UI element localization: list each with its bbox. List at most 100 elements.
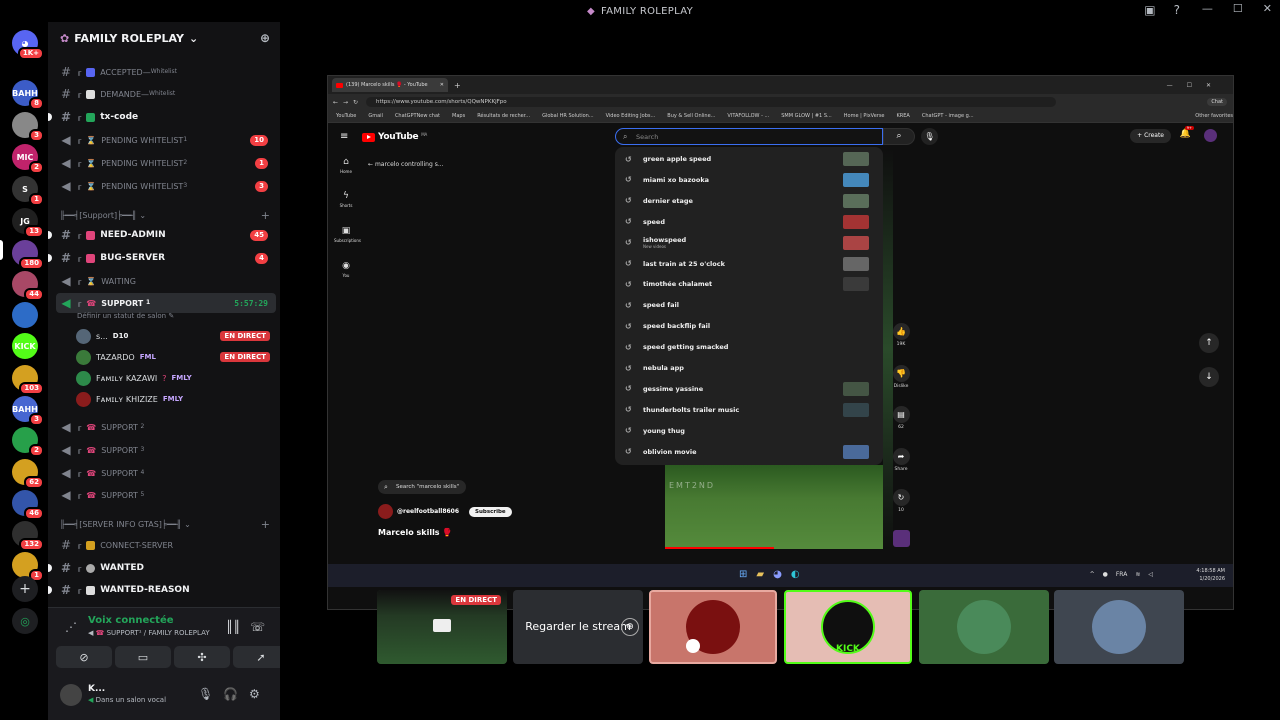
channel-support-4[interactable]: ◀ ╓ ☎ SUPPORT 4: [56, 463, 276, 483]
close-window-button[interactable]: ✕: [1263, 2, 1272, 15]
soundboard-icon[interactable]: ║║: [226, 620, 240, 634]
server-icon[interactable]: 3: [12, 112, 44, 142]
search-suggestion[interactable]: ↺ speed getting smacked: [615, 337, 883, 357]
search-suggestion[interactable]: ↺ oblivion movie: [615, 442, 883, 462]
search-suggestion[interactable]: ↺ speed: [615, 212, 883, 232]
server-icon[interactable]: 62: [12, 459, 44, 489]
search-suggestion[interactable]: ↺ timothée chalamet: [615, 274, 883, 294]
search-suggestion[interactable]: ↺ miami xo bazooka: [615, 170, 883, 190]
comments-button[interactable]: ▤ 62: [889, 406, 913, 430]
search-suggestion[interactable]: ↺ young thug: [615, 421, 883, 441]
subscribe-button[interactable]: Subscribe: [469, 506, 512, 517]
server-icon[interactable]: 44: [12, 271, 44, 301]
channel-name[interactable]: @reelfootball8606: [397, 508, 459, 515]
participant-tile[interactable]: [1054, 590, 1184, 664]
bookmark-item[interactable]: Video Editing Jobs...: [606, 113, 656, 119]
share-button[interactable]: ➦ Share: [889, 448, 913, 472]
channel-connect-server[interactable]: # ╓ CONNECT-SERVER: [56, 535, 276, 555]
dislike-button[interactable]: 👎 Dislike: [889, 365, 913, 389]
volume-icon[interactable]: ◁: [1148, 571, 1153, 578]
channel-wanted-reason[interactable]: # ╓ WANTED-REASON: [48, 580, 276, 600]
search-suggestion[interactable]: ↺ speed fail: [615, 295, 883, 315]
voice-user[interactable]: Fᴀᴍɪʟʏ KHIZIZE FMLY: [76, 389, 276, 409]
gear-icon[interactable]: ⚙: [249, 687, 260, 701]
headphones-icon[interactable]: 🎧: [223, 687, 238, 701]
previous-short-button[interactable]: ↑: [1199, 333, 1219, 353]
nav-you[interactable]: ◉ You: [334, 261, 358, 278]
browser-window-controls[interactable]: —☐✕: [1167, 82, 1225, 89]
bookmark-item[interactable]: Other favorites: [1195, 113, 1233, 119]
server-icon[interactable]: [12, 302, 38, 328]
channel-demande[interactable]: # ╓ DEMANDE—Whitelist: [56, 84, 276, 104]
channel-pending-whitelist-1[interactable]: ◀ ╓ ⌛ PENDING WHITELIST1 10: [56, 130, 276, 150]
voice-channel-path[interactable]: ◀ ☎ SUPPORT¹ / FAMILY ROLEPLAY: [88, 629, 210, 637]
nav-arrows-icon[interactable]: ←→↻: [333, 99, 363, 106]
server-icon[interactable]: BAHH 3: [12, 396, 44, 426]
sound-thumbnail[interactable]: [889, 530, 913, 549]
voice-user[interactable]: TAZARDO FML EN DIRECT: [76, 347, 276, 367]
add-channel-icon[interactable]: +: [261, 518, 270, 531]
voice-user[interactable]: Fᴀᴍɪʟʏ KAZAWI ? FMLY: [76, 368, 276, 388]
watch-stream-icon[interactable]: ⊕: [621, 618, 639, 636]
server-icon[interactable]: 132: [12, 521, 44, 551]
short-video[interactable]: EMT2ND: [665, 465, 883, 549]
next-short-button[interactable]: ↓: [1199, 367, 1219, 387]
screen-share-view[interactable]: (139) Marcelo skills 🥊 - YouTube ✕ + —☐✕…: [327, 75, 1234, 610]
channel-support-1[interactable]: ◀ ╓ ☎ SUPPORT 1 5:57:29: [56, 293, 276, 313]
direct-messages-button[interactable]: ◕ 1K+: [12, 30, 44, 60]
bookmark-item[interactable]: ChatGPT - image g...: [922, 113, 974, 119]
participant-tile[interactable]: KICK: [784, 590, 912, 664]
bookmark-item[interactable]: YouTube: [336, 113, 356, 119]
search-suggestion[interactable]: ↺ gessime yassine: [615, 379, 883, 399]
share-screen-button[interactable]: ▭: [115, 646, 171, 668]
server-icon[interactable]: 180: [12, 240, 44, 270]
microphone-icon[interactable]: 🎙: [198, 687, 213, 701]
windows-start-icon[interactable]: ⊞: [739, 569, 747, 580]
url-field[interactable]: https://www.youtube.com/shorts/QQwNPKKjF…: [366, 97, 1056, 107]
menu-icon[interactable]: ≡: [340, 131, 348, 142]
chevron-up-icon[interactable]: ^: [1090, 571, 1095, 578]
server-icon[interactable]: 2: [12, 427, 44, 457]
voice-user[interactable]: ꜱ... D10 EN DIRECT: [76, 326, 276, 346]
bookmark-item[interactable]: SMM GLOW | #1 S...: [781, 113, 832, 119]
discord-icon[interactable]: ◕: [773, 569, 782, 580]
add-channel-icon[interactable]: +: [261, 209, 270, 222]
category-server-info[interactable]: ╟━━╡[SERVER INFO GTAS]╞━━╢ ⌄ +: [60, 518, 276, 531]
channel-need-admin[interactable]: # ╓ NEED-ADMIN 45: [48, 225, 276, 245]
search-suggestion[interactable]: ↺ green apple speed: [615, 149, 883, 169]
avatar[interactable]: [1204, 129, 1217, 142]
server-icon[interactable]: JG 13: [12, 208, 44, 238]
remix-button[interactable]: ↻ 10: [889, 489, 913, 513]
server-icon[interactable]: 103: [12, 365, 44, 395]
video-progress[interactable]: [665, 547, 774, 549]
search-suggestion[interactable]: ↺ nebula app: [615, 358, 883, 378]
maximize-button[interactable]: ☐: [1233, 2, 1243, 15]
minimize-button[interactable]: —: [1202, 2, 1213, 15]
search-suggestion[interactable]: ↺ dernier etage: [615, 191, 883, 211]
microphone-icon[interactable]: ●: [1103, 571, 1108, 578]
edge-icon[interactable]: ◐: [791, 569, 800, 580]
help-icon[interactable]: ?: [1174, 3, 1180, 17]
bookmark-item[interactable]: ChatGPTNew chat: [395, 113, 440, 119]
search-button[interactable]: ⌕: [883, 128, 915, 145]
avatar[interactable]: [60, 684, 82, 706]
channel-accepted[interactable]: # ╓ ACCEPTED—Whitelist: [56, 62, 276, 82]
participant-tile[interactable]: [919, 590, 1049, 664]
search-input[interactable]: ⌕ Search: [615, 128, 883, 145]
notifications-button[interactable]: 🔔 9+: [1180, 126, 1194, 139]
create-button[interactable]: + Create: [1130, 129, 1171, 143]
bookmark-item[interactable]: Maps: [452, 113, 465, 119]
search-suggestion[interactable]: ↺ last train at 25 o'clock: [615, 254, 883, 274]
add-server-button[interactable]: +: [12, 576, 38, 602]
avatar[interactable]: [378, 504, 393, 519]
channel-support-3[interactable]: ◀ ╓ ☎ SUPPORT 3: [56, 440, 276, 460]
bookmark-item[interactable]: VITAFOLLOW - ...: [727, 113, 769, 119]
bookmark-item[interactable]: Global HR Solution...: [542, 113, 594, 119]
bookmark-item[interactable]: Buy & Sell Online...: [667, 113, 715, 119]
server-icon[interactable]: S1: [12, 176, 44, 206]
close-tab-icon[interactable]: ✕: [440, 82, 444, 88]
voice-search-button[interactable]: 🎙: [921, 128, 938, 145]
folder-icon[interactable]: ▰: [756, 569, 764, 580]
channel-pending-whitelist-2[interactable]: ◀ ╓ ⌛ PENDING WHITELIST2 1: [56, 153, 276, 173]
channel-tx-code[interactable]: # ╓ tx-code: [48, 107, 276, 127]
